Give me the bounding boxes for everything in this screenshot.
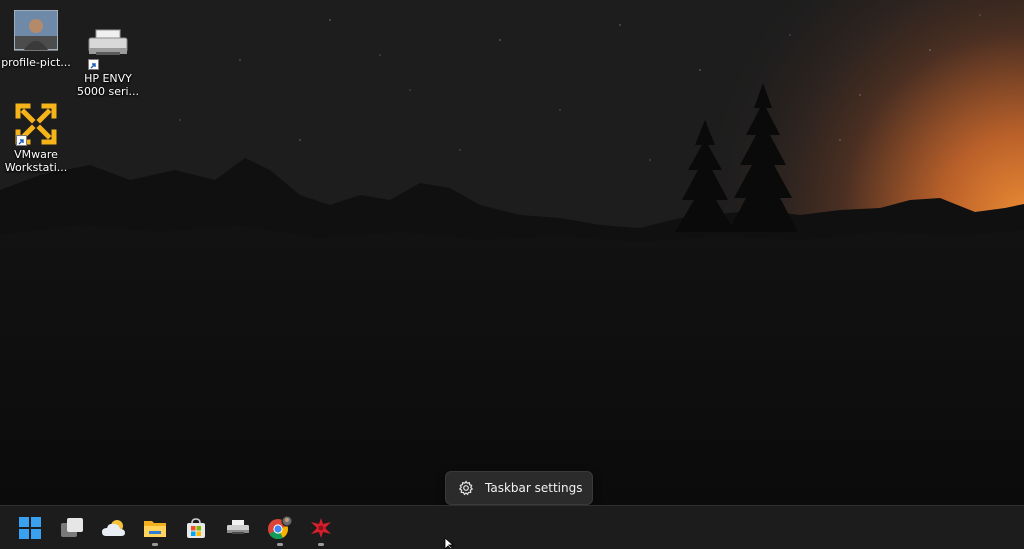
taskbar-red-app-button[interactable]	[301, 506, 341, 549]
folder-icon	[144, 520, 166, 537]
running-indicator	[152, 543, 158, 546]
shortcut-arrow-icon	[16, 135, 27, 146]
shortcut-arrow-icon	[88, 59, 99, 70]
taskbar	[0, 505, 1024, 549]
taskbar-settings-tooltip[interactable]: Taskbar settings	[445, 471, 593, 505]
wallpaper-night-mountains	[0, 0, 1024, 505]
chrome-icon	[268, 515, 293, 539]
gear-icon	[458, 480, 474, 496]
red-bird-icon	[311, 517, 331, 538]
printer-icon	[86, 26, 130, 70]
running-indicator	[318, 543, 324, 546]
desktop-icon-label: VMware Workstati...	[4, 148, 68, 174]
desktop-icon-vmware-workstation[interactable]: VMware Workstati...	[0, 102, 72, 174]
taskbar-microsoft-store-button[interactable]	[176, 506, 216, 549]
printer-icon	[227, 519, 249, 534]
windows-logo-icon	[19, 516, 41, 539]
taskbar-chrome-button[interactable]	[260, 506, 300, 549]
tooltip-label: Taskbar settings	[485, 481, 583, 495]
taskbar-start-button[interactable]	[10, 506, 50, 549]
taskbar-widgets-button[interactable]	[94, 506, 134, 549]
desktop: profile-pict... HP ENVY 5000 seri... VMw…	[0, 0, 1024, 549]
desktop-icon-label: profile-pict...	[1, 56, 71, 69]
vmware-icon	[14, 102, 58, 146]
desktop-icon-label: HP ENVY 5000 seri...	[76, 72, 140, 98]
mouse-pointer-icon	[444, 538, 455, 549]
weather-cloud-icon	[102, 519, 125, 536]
task-view-icon	[61, 517, 83, 537]
desktop-icon-hp-envy-printer[interactable]: HP ENVY 5000 seri...	[72, 26, 144, 98]
running-indicator	[277, 543, 283, 546]
photo-icon	[13, 9, 59, 54]
taskbar-file-explorer-button[interactable]	[135, 506, 175, 549]
taskbar-task-view-button[interactable]	[52, 506, 92, 549]
store-bag-icon	[187, 517, 205, 538]
desktop-icon-profile-picture[interactable]: profile-pict...	[0, 9, 72, 69]
taskbar-printer-button[interactable]	[218, 506, 258, 549]
